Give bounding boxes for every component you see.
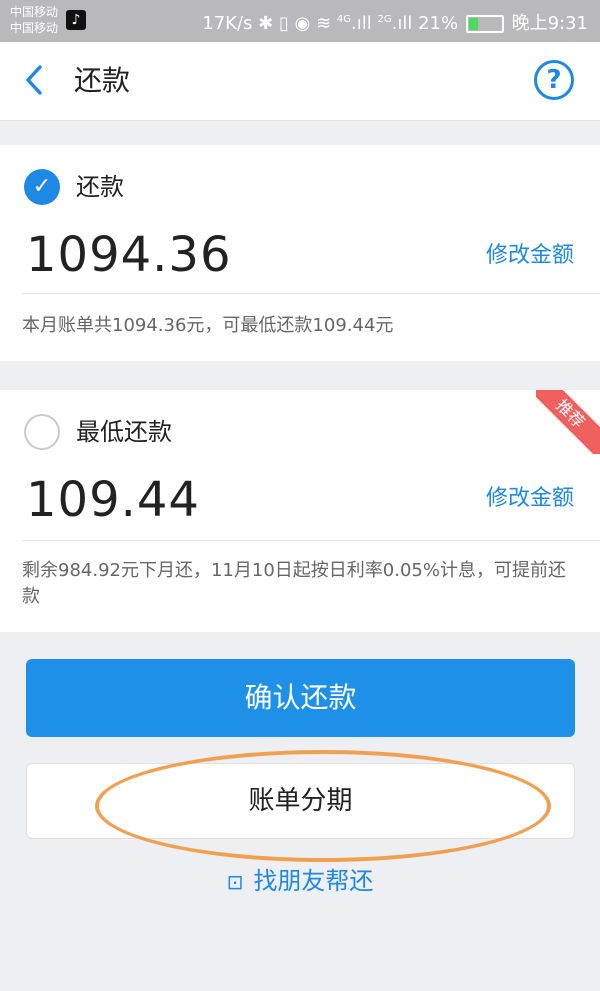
bill-description: 本月账单共1094.36元，可最低还款109.44元 [22,315,394,336]
option-label: 还款 [76,173,124,201]
signal-2-icon: .ıll [391,13,413,34]
status-indicators: 17K/s ✱ ▯ ◉ ≋ 4G.ıll 2G.ıll 21% 晚上9:31 [202,8,588,36]
status-bar: 中国移动 中国移动 ♪ 17K/s ✱ ▯ ◉ ≋ 4G.ıll 2G.ıll … [0,0,600,42]
battery-icon [465,15,504,33]
repay-amount: 1094.36 [26,227,232,283]
confirm-repay-button[interactable]: 确认还款 [26,659,575,737]
minimum-description: 剩余984.92元下月还，11月10日起按日利率0.05%计息，可提前还款 [22,560,566,607]
page-title: 还款 [74,64,131,97]
clock: 晚上9:31 [511,13,588,34]
ask-friend-link[interactable]: ⊡ 找朋友帮还 [0,864,600,899]
repay-amount: 109.44 [26,472,200,528]
repay-minimum-option[interactable]: 推荐 最低还款 109.44 修改金额 剩余984.92元下月还，11月10日起… [0,390,600,632]
divider [22,293,600,294]
bill-installment-button[interactable]: 账单分期 [26,763,575,839]
tiktok-icon: ♪ [66,10,86,30]
eye-icon: ◉ [294,13,311,34]
checkbox-unchecked-icon[interactable] [24,414,60,450]
signal-1-icon: .ıll [351,13,372,34]
carrier-info: 中国移动 中国移动 [10,4,58,36]
wifi-icon: ≋ [316,13,332,34]
option-label: 最低还款 [76,418,172,446]
battery-level: 21% [418,13,459,34]
divider [22,540,600,541]
edit-amount-link[interactable]: 修改金额 [486,484,574,514]
ask-friend-label: 找朋友帮还 [253,867,374,895]
recommend-ribbon: 推荐 [536,390,600,454]
recommend-badge: 推荐 [536,390,600,454]
bluetooth-icon: ✱ [258,13,274,34]
carrier-1: 中国移动 [10,5,59,19]
edit-amount-link[interactable]: 修改金额 [486,241,574,271]
carrier-2: 中国移动 [10,21,59,35]
back-arrow-icon[interactable] [24,64,54,98]
signal-2-type: 2G [377,14,392,25]
checkbox-checked-icon[interactable]: ✓ [24,169,60,205]
help-icon[interactable]: ? [534,60,574,100]
signal-1-type: 4G [336,14,352,25]
vibrate-icon: ▯ [278,13,289,34]
repay-full-option[interactable]: ✓ 还款 1094.36 修改金额 本月账单共1094.36元，可最低还款109… [0,145,600,361]
chat-icon: ⊡ [226,870,244,894]
nav-bar: 还款 ? [0,42,600,121]
network-speed: 17K/s [202,13,253,34]
